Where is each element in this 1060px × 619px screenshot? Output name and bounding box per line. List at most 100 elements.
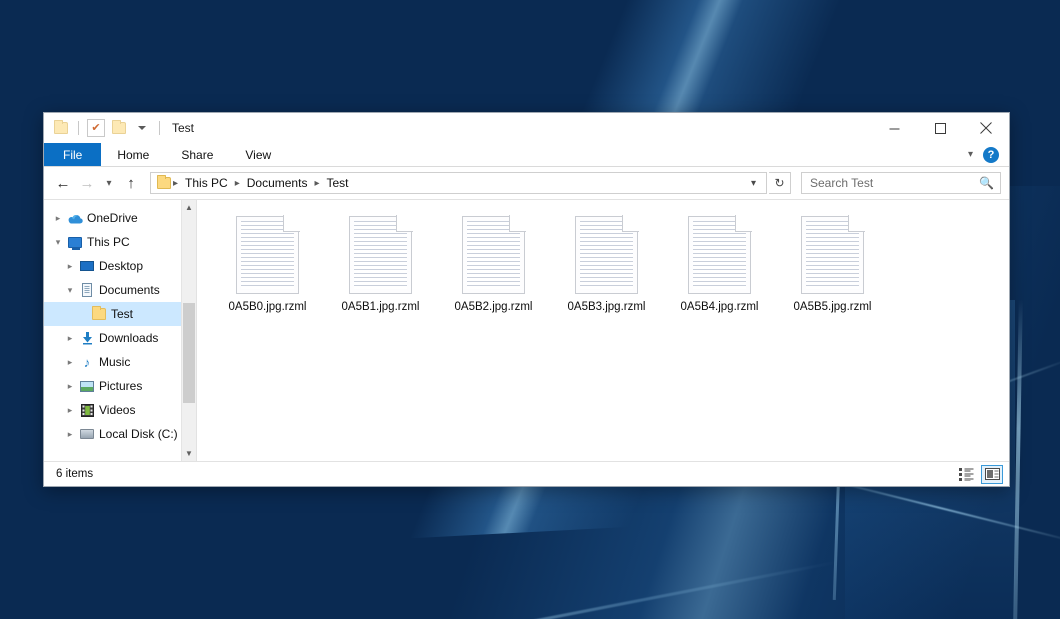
- ribbon-right-controls: ▾ ?: [968, 143, 1009, 166]
- scroll-down-button[interactable]: ▼: [182, 446, 196, 461]
- navigation-pane-scrollbar[interactable]: ▲ ▼: [181, 200, 196, 461]
- chevron-right-icon[interactable]: ▸: [62, 381, 78, 392]
- sidebar-item-onedrive[interactable]: ▸ OneDrive: [44, 206, 196, 230]
- videos-icon: [78, 404, 96, 417]
- file-item[interactable]: 0A5B0.jpg.rzml: [211, 212, 324, 313]
- sidebar-item-label: Music: [99, 355, 130, 369]
- documents-icon: [78, 283, 96, 297]
- chevron-down-icon[interactable]: ▾: [968, 150, 973, 160]
- wallpaper-light-ray: [211, 560, 840, 619]
- file-name-label: 0A5B4.jpg.rzml: [681, 301, 759, 313]
- file-item[interactable]: 0A5B4.jpg.rzml: [663, 212, 776, 313]
- sidebar-item-downloads[interactable]: ▸ Downloads: [44, 326, 196, 350]
- file-list-view[interactable]: 0A5B0.jpg.rzml 0A5B1.jpg.rzml 0A5B2.jpg.…: [196, 200, 1009, 461]
- customize-qat-icon[interactable]: [133, 119, 151, 137]
- chevron-right-icon[interactable]: ▸: [62, 357, 78, 368]
- file-name-label: 0A5B3.jpg.rzml: [568, 301, 646, 313]
- new-folder-icon[interactable]: [110, 119, 128, 137]
- ribbon-spacer: [287, 143, 968, 166]
- unknown-file-icon: [688, 216, 751, 294]
- refresh-icon[interactable]: ↻: [769, 172, 791, 194]
- back-button[interactable]: ←: [52, 171, 74, 195]
- file-item[interactable]: 0A5B2.jpg.rzml: [437, 212, 550, 313]
- file-explorer-window: ✔ Test File Home Share: [43, 112, 1010, 487]
- unknown-file-icon: [349, 216, 412, 294]
- window-title: Test: [172, 121, 194, 135]
- title-bar: ✔ Test: [44, 113, 1009, 143]
- chevron-down-icon[interactable]: ▾: [62, 285, 78, 296]
- folder-icon: [90, 308, 108, 320]
- forward-button[interactable]: →: [76, 171, 98, 195]
- sidebar-item-music[interactable]: ▸ ♪ Music: [44, 350, 196, 374]
- sidebar-item-label: Local Disk (C:): [99, 427, 178, 441]
- item-count-label: 6 items: [56, 468, 93, 480]
- breadcrumb-item-this-pc[interactable]: This PC: [180, 176, 233, 190]
- help-icon[interactable]: ?: [983, 147, 999, 163]
- sidebar-item-label: OneDrive: [87, 211, 138, 225]
- sidebar-item-label: Pictures: [99, 379, 142, 393]
- tab-share[interactable]: Share: [165, 143, 229, 166]
- folder-icon[interactable]: [52, 119, 70, 137]
- sidebar-item-videos[interactable]: ▸ Videos: [44, 398, 196, 422]
- close-button[interactable]: [963, 113, 1009, 143]
- sidebar-item-label: Videos: [99, 403, 135, 417]
- sidebar-item-local-disk-c[interactable]: ▸ Local Disk (C:): [44, 422, 196, 446]
- chevron-right-icon[interactable]: ▸: [62, 333, 78, 344]
- file-name-label: 0A5B5.jpg.rzml: [794, 301, 872, 313]
- sidebar-item-documents[interactable]: ▾ Documents: [44, 278, 196, 302]
- file-item[interactable]: 0A5B5.jpg.rzml: [776, 212, 889, 313]
- chevron-right-icon[interactable]: ▸: [62, 405, 78, 416]
- chevron-down-icon[interactable]: ▾: [50, 237, 66, 248]
- pictures-icon: [78, 381, 96, 392]
- toolbar-separator: [78, 121, 79, 135]
- unknown-file-icon: [575, 216, 638, 294]
- sidebar-item-test[interactable]: ▸ Test: [44, 302, 196, 326]
- sidebar-item-pictures[interactable]: ▸ Pictures: [44, 374, 196, 398]
- address-bar: ← → ▾ ↑ ▸ This PC ▸ Documents ▸ Test ▾ ↻…: [44, 167, 1009, 199]
- unknown-file-icon: [462, 216, 525, 294]
- up-button[interactable]: ↑: [120, 171, 142, 195]
- chevron-down-icon[interactable]: ▾: [745, 178, 762, 189]
- scrollbar-thumb[interactable]: [183, 303, 195, 403]
- desktop-icon: [78, 261, 96, 271]
- breadcrumb-item-test[interactable]: Test: [321, 176, 353, 190]
- cloud-icon: [66, 213, 84, 224]
- tab-file[interactable]: File: [44, 143, 101, 166]
- search-input[interactable]: [810, 176, 979, 190]
- search-box[interactable]: 🔍: [801, 172, 1001, 194]
- navigation-pane: ▸ OneDrive ▾ This PC ▸ Desktop: [44, 200, 196, 461]
- chevron-right-icon[interactable]: ▸: [62, 429, 78, 440]
- large-icons-view-button[interactable]: [981, 465, 1003, 484]
- file-name-label: 0A5B0.jpg.rzml: [229, 301, 307, 313]
- properties-icon[interactable]: ✔: [87, 119, 105, 137]
- quick-access-toolbar: ✔: [52, 119, 163, 137]
- tab-view[interactable]: View: [229, 143, 287, 166]
- ribbon-tab-strip: File Home Share View ▾ ?: [44, 143, 1009, 167]
- sidebar-item-label: Desktop: [99, 259, 143, 273]
- maximize-button[interactable]: [917, 113, 963, 143]
- chevron-right-icon[interactable]: ▸: [50, 213, 66, 224]
- scroll-up-button[interactable]: ▲: [182, 200, 196, 215]
- sidebar-item-desktop[interactable]: ▸ Desktop: [44, 254, 196, 278]
- breadcrumb-separator: ▸: [172, 178, 179, 189]
- breadcrumb-folder-icon[interactable]: [157, 177, 171, 189]
- breadcrumb-item-documents[interactable]: Documents: [242, 176, 313, 190]
- chevron-right-icon[interactable]: ▸: [62, 261, 78, 272]
- recent-locations-icon[interactable]: ▾: [100, 171, 118, 195]
- toolbar-separator: [159, 121, 160, 135]
- sidebar-item-label: Documents: [99, 283, 160, 297]
- tab-home[interactable]: Home: [101, 143, 165, 166]
- sidebar-item-label: This PC: [87, 235, 130, 249]
- search-icon[interactable]: 🔍: [979, 176, 994, 190]
- music-icon: ♪: [78, 356, 96, 369]
- file-item[interactable]: 0A5B3.jpg.rzml: [550, 212, 663, 313]
- details-view-button[interactable]: [955, 465, 977, 484]
- file-item[interactable]: 0A5B1.jpg.rzml: [324, 212, 437, 313]
- breadcrumb[interactable]: ▸ This PC ▸ Documents ▸ Test ▾: [150, 172, 767, 194]
- minimize-button[interactable]: [871, 113, 917, 143]
- twisty-placeholder: ▸: [74, 309, 90, 320]
- scrollbar-track[interactable]: [182, 215, 196, 446]
- sidebar-item-this-pc[interactable]: ▾ This PC: [44, 230, 196, 254]
- view-mode-buttons: [955, 465, 1003, 484]
- breadcrumb-separator: ▸: [234, 178, 241, 189]
